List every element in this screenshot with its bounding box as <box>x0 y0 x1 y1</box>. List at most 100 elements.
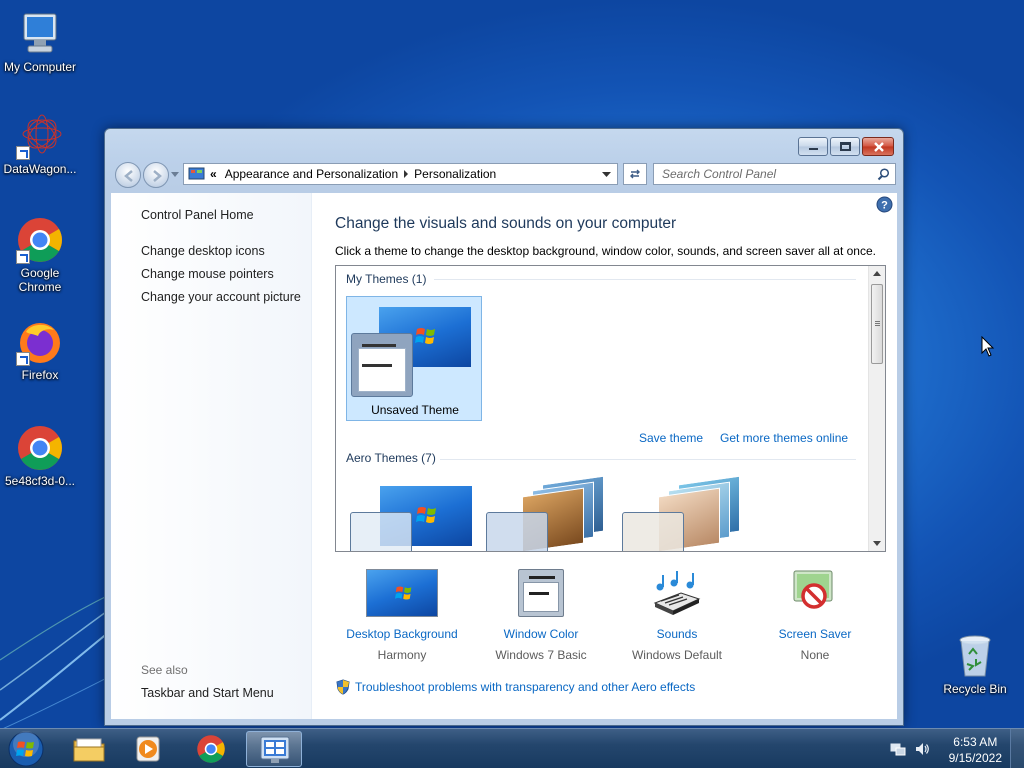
change-account-picture-link[interactable]: Change your account picture <box>141 290 301 304</box>
window-color-icon <box>516 569 566 621</box>
screen-saver-value: None <box>800 648 830 662</box>
control-panel-home-link[interactable]: Control Panel Home <box>141 208 254 222</box>
firefox-icon <box>16 318 64 366</box>
scroll-up-icon[interactable] <box>873 271 881 276</box>
desktop-icon-datawagon[interactable]: DataWagon... <box>0 112 80 176</box>
window-color-preview <box>622 512 684 551</box>
taskbar-explorer-button[interactable] <box>62 731 118 767</box>
uac-shield-icon <box>336 679 350 695</box>
troubleshoot-link[interactable]: Troubleshoot problems with transparency … <box>336 679 695 695</box>
back-arrow-icon <box>124 170 133 182</box>
desktop-background-setting[interactable]: Desktop Background Harmony <box>332 569 472 662</box>
window-color-preview <box>486 512 548 551</box>
save-theme-link[interactable]: Save theme <box>639 431 703 445</box>
desktop-icon-my-computer[interactable]: My Computer <box>0 10 80 74</box>
refresh-icon <box>630 169 640 179</box>
recycle-bin-icon <box>951 632 999 680</box>
search-icon[interactable] <box>877 168 890 181</box>
recent-pages-chevron-icon[interactable] <box>171 172 179 178</box>
group-divider <box>434 279 856 280</box>
change-mouse-pointers-link[interactable]: Change mouse pointers <box>141 267 274 281</box>
show-desktop-button[interactable] <box>1010 729 1024 768</box>
left-navigation-pane: Control Panel Home Change desktop icons … <box>111 193 312 719</box>
maximize-button[interactable] <box>830 137 860 156</box>
theme-architecture[interactable] <box>486 475 610 551</box>
page-title: Change the visuals and sounds on your co… <box>335 215 677 232</box>
system-clock[interactable]: 6:53 AM 9/15/2022 <box>949 734 1002 766</box>
theme-characters[interactable] <box>622 475 746 551</box>
desktop-icon-firefox[interactable]: Firefox <box>0 318 80 382</box>
window-color-value: Windows 7 Basic <box>495 648 587 662</box>
svg-text:?: ? <box>881 200 888 212</box>
desktop-background-title[interactable]: Desktop Background <box>332 627 472 641</box>
window-content: Control Panel Home Change desktop icons … <box>111 193 897 719</box>
start-button[interactable] <box>6 730 46 768</box>
sounds-value: Windows Default <box>631 648 723 662</box>
scrollbar-thumb[interactable] <box>871 284 883 364</box>
clock-time: 6:53 AM <box>953 735 998 749</box>
close-button[interactable] <box>862 137 894 156</box>
theme-unsaved[interactable]: Unsaved Theme <box>346 296 482 421</box>
minimize-button[interactable] <box>798 137 828 156</box>
refresh-button[interactable] <box>623 163 647 185</box>
taskbar-start-menu-link[interactable]: Taskbar and Start Menu <box>141 686 274 700</box>
screen-saver-setting[interactable]: Screen Saver None <box>745 569 885 662</box>
troubleshoot-link-text[interactable]: Troubleshoot problems with transparency … <box>355 680 695 694</box>
minimize-icon <box>809 148 818 150</box>
forward-button[interactable] <box>143 162 169 188</box>
address-overflow[interactable]: « <box>206 167 221 181</box>
address-bar[interactable]: « Appearance and Personalization Persona… <box>183 163 618 185</box>
desktop-icon-google-chrome[interactable]: Google Chrome <box>0 216 80 294</box>
sounds-icon <box>651 569 703 621</box>
forward-arrow-icon <box>153 170 162 182</box>
search-placeholder: Search Control Panel <box>662 167 777 181</box>
theme-list-scrollbar[interactable] <box>868 266 885 551</box>
taskbar-chrome-button[interactable] <box>184 731 240 767</box>
windows-logo-icon <box>416 507 436 523</box>
theme-label: Unsaved Theme <box>371 403 459 417</box>
desktop-icon-label: My Computer <box>3 60 77 74</box>
windows-start-orb-icon <box>8 731 44 767</box>
change-desktop-icons-link[interactable]: Change desktop icons <box>141 244 265 258</box>
volume-icon[interactable] <box>914 741 930 757</box>
scroll-down-icon[interactable] <box>873 541 881 546</box>
clock-date: 9/15/2022 <box>948 751 1002 765</box>
personalization-window: « Appearance and Personalization Persona… <box>104 128 904 726</box>
breadcrumb-separator-icon <box>404 170 409 178</box>
sounds-title[interactable]: Sounds <box>607 627 747 641</box>
sounds-setting[interactable]: Sounds Windows Default <box>607 569 747 662</box>
network-icon[interactable] <box>890 741 906 757</box>
desktop-icon-label: Google Chrome <box>18 266 62 294</box>
address-dropdown-icon[interactable] <box>602 172 611 178</box>
desktop-background-icon <box>366 569 438 621</box>
taskbar-media-player-button[interactable] <box>122 731 178 767</box>
taskbar: 6:53 AM 9/15/2022 <box>0 728 1024 768</box>
desktop-icon-label: Firefox <box>21 368 59 382</box>
search-input[interactable]: Search Control Panel <box>653 163 896 185</box>
chrome-icon <box>16 216 64 264</box>
back-button[interactable] <box>115 162 141 188</box>
screen-saver-title[interactable]: Screen Saver <box>745 627 885 641</box>
taskbar-control-panel-button[interactable] <box>246 731 302 767</box>
page-subtitle: Click a theme to change the desktop back… <box>335 244 876 258</box>
window-color-setting[interactable]: Window Color Windows 7 Basic <box>471 569 611 662</box>
desktop-icon-recycle-bin[interactable]: Recycle Bin <box>935 632 1015 696</box>
desktop-icon-5e48cf3d[interactable]: 5e48cf3d-0... <box>0 424 80 488</box>
desktop-icon-label: 5e48cf3d-0... <box>4 474 76 488</box>
see-also-heading: See also <box>141 663 188 677</box>
shortcut-arrow-icon <box>16 250 30 264</box>
maximize-icon <box>840 142 851 151</box>
get-more-themes-link[interactable]: Get more themes online <box>720 431 848 445</box>
control-panel-icon <box>188 167 205 180</box>
control-panel-icon <box>260 736 290 763</box>
datawagon-icon <box>16 112 64 160</box>
folder-icon <box>73 738 105 762</box>
shortcut-arrow-icon <box>16 146 30 160</box>
desktop-icon-label: DataWagon... <box>3 162 77 176</box>
breadcrumb-appearance[interactable]: Appearance and Personalization <box>221 167 402 181</box>
window-color-title[interactable]: Window Color <box>471 627 611 641</box>
theme-windows-7[interactable] <box>350 476 474 551</box>
help-icon[interactable]: ? <box>876 196 893 213</box>
breadcrumb-personalization[interactable]: Personalization <box>410 167 500 181</box>
theme-list[interactable]: My Themes (1) Unsaved Theme Save theme G… <box>335 265 886 552</box>
